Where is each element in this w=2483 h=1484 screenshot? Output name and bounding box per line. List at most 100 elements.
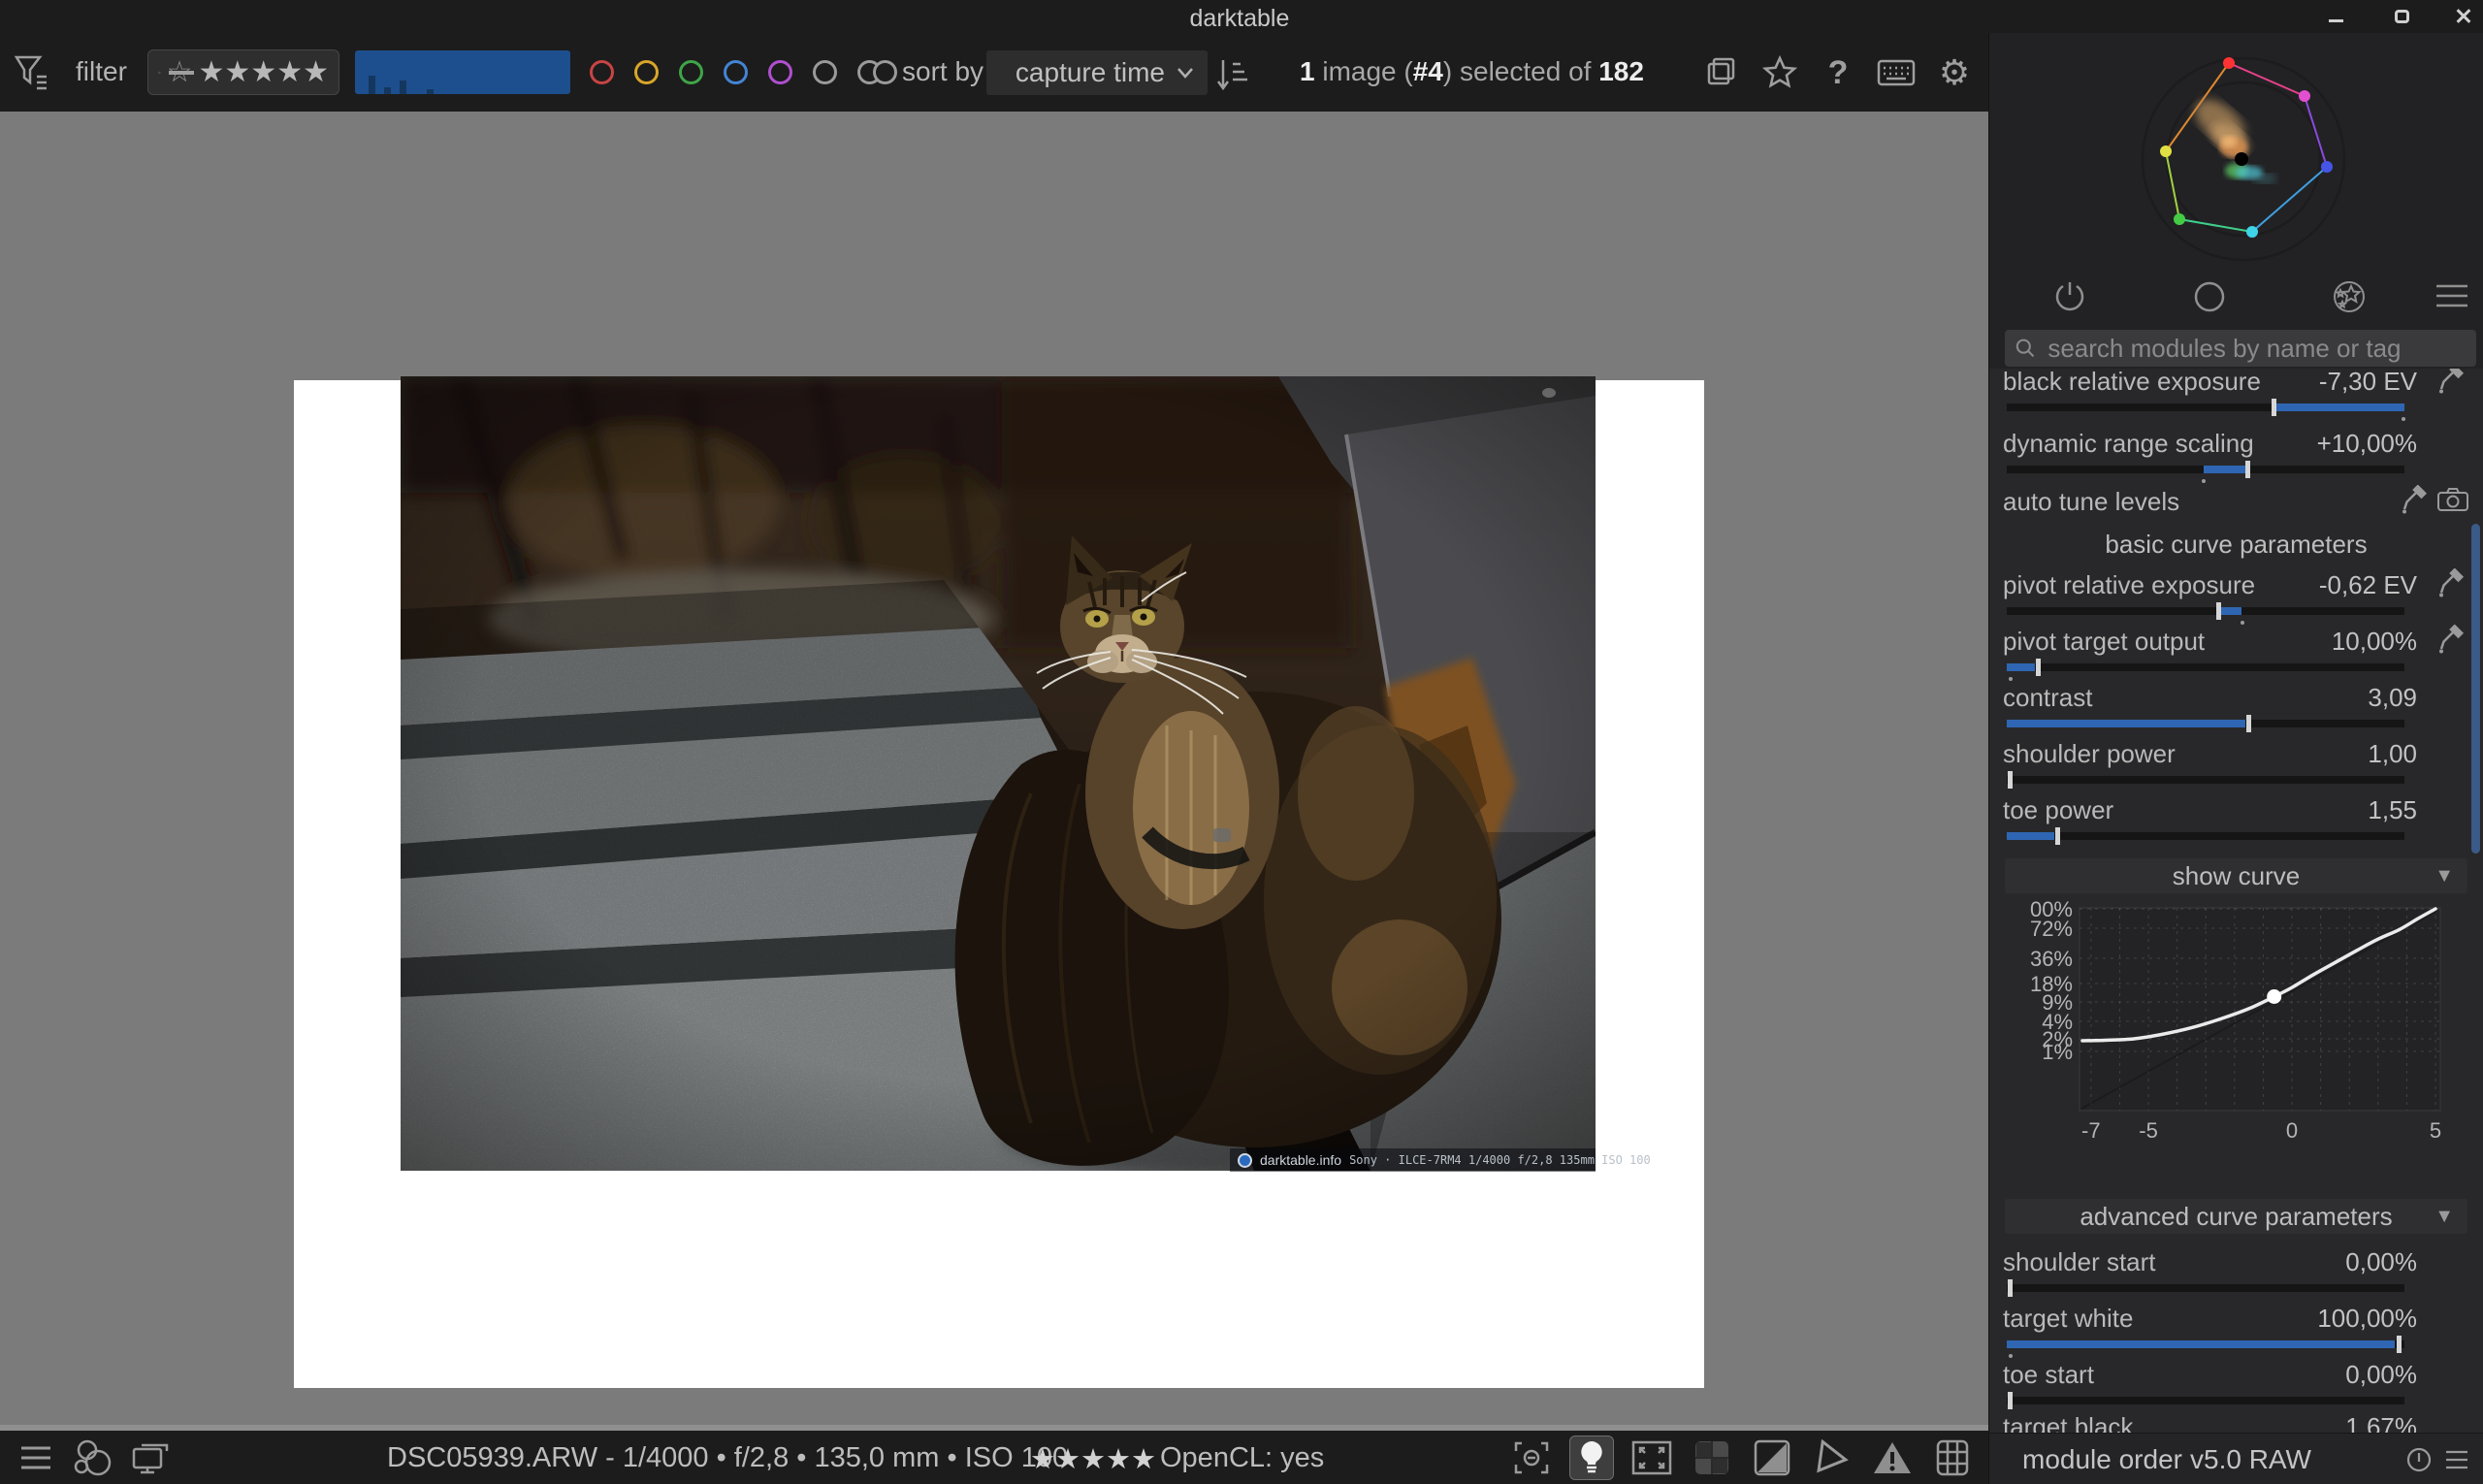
slider-track[interactable] [2007, 1284, 2404, 1292]
color-picker-icon[interactable] [2436, 369, 2466, 394]
collapse-arrow-icon[interactable]: ▼ [2435, 1206, 2454, 1228]
slider-track[interactable] [2007, 776, 2404, 784]
presets-hamburger-icon[interactable] [2428, 275, 2476, 318]
slider-value[interactable]: +10,00% [2317, 429, 2417, 459]
second-display-icon[interactable] [128, 1436, 173, 1480]
lightbulb-button[interactable] [1569, 1436, 1614, 1480]
section-advanced-curve-parameters[interactable]: advanced curve parameters ▼ [2005, 1199, 2467, 1234]
guides-overlay-button[interactable] [1930, 1436, 1975, 1480]
svg-text:-7: -7 [2081, 1118, 2101, 1141]
color-label-filter[interactable] [679, 60, 703, 84]
slider-track[interactable] [2007, 720, 2404, 727]
slider-row-toe-start: toe start 0,00% [1989, 1360, 2483, 1416]
slider-value[interactable]: -7,30 EV [2319, 369, 2417, 397]
image-rating-stars[interactable]: ★★★★★ [1030, 1442, 1156, 1476]
svg-text:0: 0 [2286, 1118, 2298, 1141]
module-order-state-icon[interactable] [2405, 1446, 2433, 1473]
overexposure-warning-button[interactable] [1870, 1436, 1915, 1480]
module-group-effects-icon[interactable] [2325, 275, 2373, 318]
gamut-check-button[interactable] [1810, 1436, 1854, 1480]
slider-value[interactable]: 100,00% [2317, 1304, 2417, 1334]
overlays-star-button[interactable] [1757, 50, 1802, 95]
reject-rating-icon[interactable] [158, 59, 161, 86]
slider-track[interactable] [2007, 466, 2404, 473]
watermark-exif: Sony · ILCE-7RM4 1/4000 f/2,8 135mm ISO … [1349, 1153, 1651, 1167]
module-order-label: module order [2022, 1444, 2182, 1475]
svg-text:5: 5 [2430, 1118, 2441, 1141]
rating-histogram-bar [400, 81, 406, 94]
camera-icon[interactable] [2436, 485, 2469, 514]
maximize-button[interactable] [2382, 0, 2421, 33]
slider-row-shoulder-power: shoulder power 1,00 [1989, 739, 2483, 795]
search-input[interactable] [2046, 333, 2467, 365]
module-order-version[interactable]: v5.0 RAW [2190, 1444, 2311, 1475]
hamburger-menu-icon[interactable] [14, 1436, 58, 1480]
slider-value[interactable]: 3,09 [2368, 683, 2417, 713]
slider-value[interactable]: -0,62 EV [2319, 570, 2417, 600]
active-modules-power-icon[interactable] [2046, 275, 2094, 318]
minimize-button[interactable] [2316, 0, 2355, 33]
top-toolbar: filter ☆ ★★★★★ sort by capture time 1 im… [0, 33, 1988, 112]
color-cloud [2187, 91, 2276, 183]
shortcuts-keyboard-button[interactable] [1874, 50, 1919, 95]
slider-value[interactable]: 0,00% [2345, 1360, 2417, 1390]
zero-star-icon[interactable]: ☆ [167, 58, 193, 87]
color-label-multi-icon2[interactable] [873, 60, 897, 84]
show-curve-plot[interactable]: 100%72%36%18%9%4%2%1%-7-505 [2029, 898, 2456, 1141]
module-group-circle-icon[interactable] [2185, 275, 2234, 318]
rating-histogram-bar [369, 76, 375, 94]
svg-text:1%: 1% [2042, 1040, 2073, 1064]
module-search-box[interactable] [2005, 330, 2476, 367]
slider-track[interactable] [2007, 1340, 2404, 1348]
slider-track[interactable] [2007, 403, 2404, 411]
slider-track[interactable] [2007, 663, 2404, 671]
grouping-button[interactable] [1699, 50, 1744, 95]
sort-criteria-dropdown[interactable]: capture time [986, 50, 1208, 95]
close-button[interactable] [2444, 0, 2483, 33]
panel-scrollbar[interactable] [2471, 524, 2480, 854]
color-label-filter[interactable] [634, 60, 659, 84]
focus-peaking-button[interactable] [1509, 1436, 1554, 1480]
slider-value[interactable]: 1,67% [2345, 1412, 2417, 1433]
sort-direction-button[interactable] [1210, 52, 1255, 97]
rating-filter[interactable]: ☆ ★★★★★ [147, 49, 339, 95]
vectorscope[interactable] [1989, 39, 2483, 281]
star-rating-icons[interactable]: ★★★★★ [199, 58, 329, 87]
color-label-filter[interactable] [768, 60, 792, 84]
softproof-button[interactable] [1750, 1436, 1794, 1480]
slider-row-target-white: target white 100,00% [1989, 1304, 2483, 1360]
color-picker-icon[interactable] [2436, 625, 2466, 654]
darktable-logo-icon [1238, 1153, 1252, 1168]
slider-track[interactable] [2007, 1397, 2404, 1404]
image-file-info: DSC05939.ARW - 1/4000 • f/2,8 • 135,0 mm… [387, 1442, 1068, 1474]
module-order-menu-icon[interactable] [2444, 1449, 2469, 1470]
section-show-curve[interactable]: show curve ▼ [2005, 858, 2467, 893]
slider-track[interactable] [2007, 607, 2404, 615]
color-label-filter[interactable] [590, 60, 614, 84]
color-picker-icon[interactable] [2436, 568, 2466, 597]
slider-label: pivot target output [2003, 627, 2205, 657]
filter-funnel-icon[interactable] [10, 50, 54, 95]
slider-row-shoulder-start: shoulder start 0,00% [1989, 1247, 2483, 1304]
auto-tune-levels-row[interactable]: auto tune levels [1989, 487, 2483, 528]
slider-value[interactable]: 1,00 [2368, 739, 2417, 769]
slider-track[interactable] [2007, 832, 2404, 840]
watermark-overlay: darktable.info Sony · ILCE-7RM4 1/4000 f… [1230, 1148, 1596, 1172]
circles-cluster-icon[interactable] [70, 1436, 114, 1480]
rating-histogram-range[interactable] [355, 50, 570, 94]
color-picker-icon[interactable] [2400, 485, 2429, 514]
help-button[interactable]: ? [1816, 50, 1860, 95]
iso12646-preview-button[interactable] [1629, 1436, 1674, 1480]
collapse-arrow-icon[interactable]: ▼ [2435, 865, 2454, 887]
second-window-button[interactable] [1690, 1436, 1734, 1480]
sort-value: capture time [1016, 57, 1165, 88]
color-label-filter[interactable] [724, 60, 748, 84]
slider-value[interactable]: 1,55 [2368, 795, 2417, 825]
slider-value[interactable]: 10,00% [2332, 627, 2417, 657]
slider-value[interactable]: 0,00% [2345, 1247, 2417, 1277]
slider-row-toe-power: toe power 1,55 [1989, 795, 2483, 852]
preferences-gear-button[interactable]: ⚙ [1932, 50, 1977, 95]
color-label-filter[interactable] [813, 60, 837, 84]
bottom-bar: DSC05939.ARW - 1/4000 • f/2,8 • 135,0 mm… [0, 1431, 1988, 1484]
slider-row-black-relative-exposure: black relative exposure -7,30 EV [1989, 369, 2483, 423]
